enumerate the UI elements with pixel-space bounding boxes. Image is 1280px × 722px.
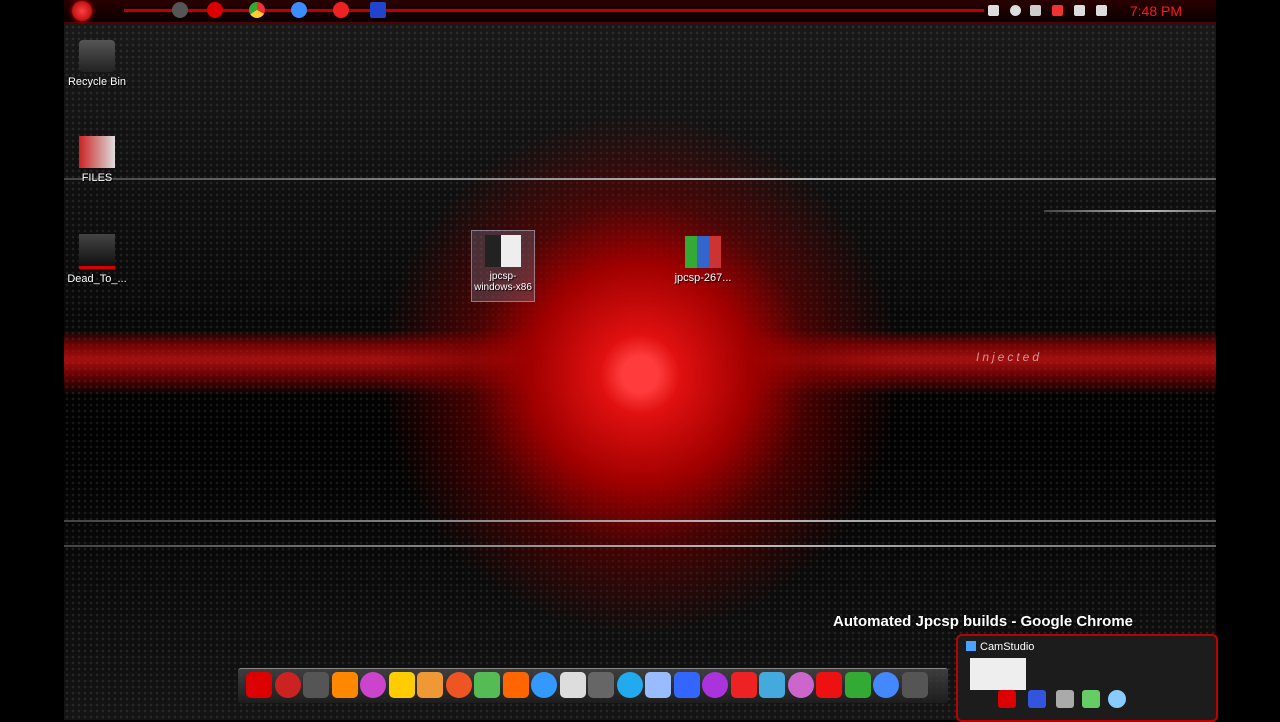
desktop-icon-label: jpcsp-windows-x86 bbox=[474, 271, 532, 293]
orb-icon[interactable] bbox=[502, 672, 529, 698]
stop-icon[interactable] bbox=[1028, 690, 1046, 708]
play-icon[interactable] bbox=[759, 672, 785, 698]
desktop-icon-label: FILES bbox=[81, 172, 113, 184]
list-icon[interactable] bbox=[1056, 690, 1074, 708]
camstudio-icon bbox=[966, 641, 976, 651]
swf-icon[interactable] bbox=[1108, 690, 1126, 708]
recycle-bin-icon bbox=[79, 40, 115, 72]
shortcut-icon bbox=[79, 234, 115, 269]
calendar-icon[interactable] bbox=[559, 672, 586, 698]
tools-icon[interactable] bbox=[417, 672, 443, 698]
camstudio-title-text: CamStudio bbox=[980, 641, 1035, 653]
desktop-icon-jpcsp-windows-x86[interactable]: jpcsp-windows-x86 bbox=[471, 230, 535, 302]
note-icon[interactable] bbox=[474, 672, 500, 698]
desktop-wallpaper: Injected bbox=[64, 0, 1216, 720]
itunes-icon[interactable] bbox=[531, 672, 557, 698]
skype-icon[interactable] bbox=[616, 672, 643, 698]
folder-icon[interactable] bbox=[246, 672, 272, 698]
media-player-icon[interactable] bbox=[333, 2, 349, 18]
desktop-icon-label: Dead_To_... bbox=[67, 273, 127, 285]
firefox-icon[interactable] bbox=[673, 672, 700, 698]
browser-icon[interactable] bbox=[445, 672, 472, 698]
signal-icon[interactable] bbox=[1052, 5, 1063, 16]
winrar-archive-icon bbox=[685, 236, 721, 268]
file-icon[interactable] bbox=[1082, 690, 1100, 708]
wallpaper-band bbox=[64, 520, 1216, 522]
desktop-icon-files[interactable]: FILES bbox=[60, 136, 134, 184]
desktop-icon-jpcsp-267[interactable]: jpcsp-267... bbox=[666, 236, 740, 284]
desktop-icon-label: Recycle Bin bbox=[67, 76, 127, 88]
ie-icon[interactable] bbox=[291, 2, 307, 18]
record-icon[interactable] bbox=[998, 690, 1016, 708]
opera-icon[interactable] bbox=[816, 672, 842, 698]
camstudio-title: CamStudio bbox=[966, 641, 1034, 653]
globe-icon[interactable] bbox=[1010, 5, 1021, 16]
wallpaper-band bbox=[64, 545, 1216, 547]
x-icon[interactable] bbox=[303, 672, 329, 698]
paint-icon[interactable] bbox=[360, 672, 386, 698]
network-icon[interactable] bbox=[1096, 5, 1107, 16]
bubbles-icon[interactable] bbox=[787, 672, 814, 698]
top-taskbar: 7:48 PM bbox=[64, 0, 1216, 23]
window-preview[interactable] bbox=[970, 658, 1026, 690]
youtube-icon[interactable] bbox=[730, 672, 757, 698]
folder-icon bbox=[485, 235, 521, 267]
folder-icon bbox=[79, 136, 115, 168]
opera-icon[interactable] bbox=[207, 2, 223, 18]
clock[interactable]: 7:48 PM bbox=[1130, 3, 1182, 19]
folder2-icon[interactable] bbox=[901, 672, 928, 698]
desktop-icon-dead-to[interactable]: Dead_To_... bbox=[60, 234, 134, 285]
wallpaper-band bbox=[64, 178, 1216, 180]
wallpaper-band bbox=[1044, 210, 1216, 212]
start-orb-icon[interactable] bbox=[72, 1, 92, 21]
window-icon[interactable] bbox=[370, 2, 386, 18]
winamp-icon[interactable] bbox=[388, 672, 415, 698]
chrome-icon[interactable] bbox=[249, 2, 265, 18]
pen-icon[interactable] bbox=[1030, 5, 1041, 16]
clock-icon[interactable] bbox=[588, 672, 614, 698]
desktop-icon-recycle-bin[interactable]: Recycle Bin bbox=[60, 40, 134, 88]
mail-icon[interactable] bbox=[873, 672, 899, 698]
camstudio-window[interactable]: CamStudio bbox=[956, 634, 1218, 722]
ball-icon[interactable] bbox=[702, 672, 728, 698]
alienware-icon[interactable] bbox=[274, 672, 301, 698]
window-tooltip: Automated Jpcsp builds - Google Chrome bbox=[833, 613, 1134, 630]
flag-icon[interactable] bbox=[1074, 5, 1085, 16]
dock bbox=[238, 668, 948, 703]
vlc-icon[interactable] bbox=[331, 672, 358, 698]
notepad-icon[interactable] bbox=[988, 5, 999, 16]
docs-icon[interactable] bbox=[645, 672, 671, 698]
app-icon[interactable] bbox=[172, 2, 188, 18]
wallpaper-text: Injected bbox=[976, 350, 1043, 364]
desktop-icon-label: jpcsp-267... bbox=[674, 272, 732, 284]
chrome-icon[interactable] bbox=[844, 672, 871, 698]
